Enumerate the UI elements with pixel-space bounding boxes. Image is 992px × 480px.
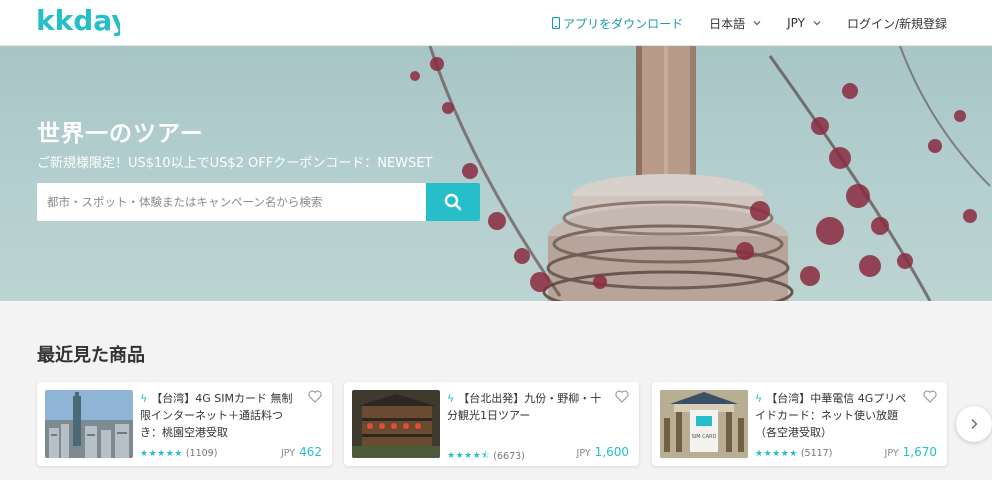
search-input[interactable] [37,183,426,221]
kkday-logo[interactable]: kkday [36,6,120,38]
hero-title: 世界一のツアー [37,121,204,147]
product-rating: ★★★★★ (5117) [755,448,832,459]
review-count: (6673) [493,450,525,462]
rating-stars: ★★★★⯪ [447,451,491,461]
hero-coupon-text: ご新規様限定！US$10以上でUS$2 OFFクーポンコード：NEWSET [37,156,433,171]
review-count: (1109) [185,448,218,459]
rating-stars: ★★★★★ [755,448,798,459]
header: kkday アプリをダウンロード 日本語 JPY ログイン/新規登録 [0,0,992,46]
heart-icon[interactable] [308,390,322,403]
rating-stars: ★★★★★ [140,448,183,459]
product-title: ϟ 【台湾】中華電信 4Gプリペイドカード：ネット使い放題（各空港受取） [755,392,907,439]
login-link[interactable]: ログイン/新規登録 [847,15,947,32]
app-download-link[interactable]: アプリをダウンロード [552,15,683,32]
product-card[interactable]: SIM CARD ϟ 【台湾】中華電信 4Gプリペイドカード：ネット使い放題（各空… [652,382,947,466]
product-rating: ★★★★⯪ (6673) [447,448,525,464]
heart-icon[interactable] [615,390,629,403]
svg-text:kkday: kkday [36,6,120,37]
product-price: JPY 1,670 [884,445,937,459]
svg-text:SIM CARD: SIM CARD [692,434,717,440]
chevron-down-icon [753,21,761,26]
login-label: ログイン/新規登録 [846,16,947,31]
search-button[interactable] [426,183,480,221]
top-nav: アプリをダウンロード 日本語 JPY ログイン/新規登録 [526,0,947,46]
review-count: (5117) [800,448,833,459]
lightning-icon: ϟ [140,392,148,405]
product-card[interactable]: ϟ 【台北出発】九份・野柳・十分観光1日ツアー ★★★★⯪ (6673) JPY 1… [344,382,639,466]
product-card[interactable]: ϟ 【台湾】4G SIMカード 無制限インターネット＋通話料つき：桃園空港受取 ★… [37,382,332,466]
carousel-next-button[interactable] [956,406,992,442]
product-price: JPY 462 [280,445,322,459]
chevron-down-icon [813,21,821,26]
product-title: ϟ 【台湾】4G SIMカード 無制限インターネット＋通話料つき：桃園空港受取 [140,392,293,439]
hero-banner: 世界一のツアー ご新規様限定！US$10以上でUS$2 OFFクーポンコード：N… [0,46,992,301]
product-title: ϟ 【台北出発】九份・野柳・十分観光1日ツアー [447,392,602,422]
app-download-label: アプリをダウンロード [563,16,684,31]
product-price: JPY 1,600 [576,445,629,459]
currency-selector[interactable]: JPY [787,16,821,30]
currency-label: JPY [787,16,805,30]
product-rating: ★★★★★ (1109) [140,448,217,459]
language-selector[interactable]: 日本語 [709,15,761,32]
product-thumbnail: SIM CARD [660,390,748,458]
search-bar [37,183,480,221]
recently-viewed-title: 最近見た商品 [37,345,145,366]
chevron-right-icon [971,419,978,429]
product-thumbnail [45,390,133,458]
hero-background-image [410,46,991,301]
lightning-icon: ϟ [755,392,763,405]
search-icon [444,193,462,211]
language-label: 日本語 [709,16,746,31]
lightning-icon: ϟ [447,392,455,405]
heart-icon[interactable] [923,390,937,403]
phone-icon [552,17,561,29]
product-thumbnail [352,390,440,458]
